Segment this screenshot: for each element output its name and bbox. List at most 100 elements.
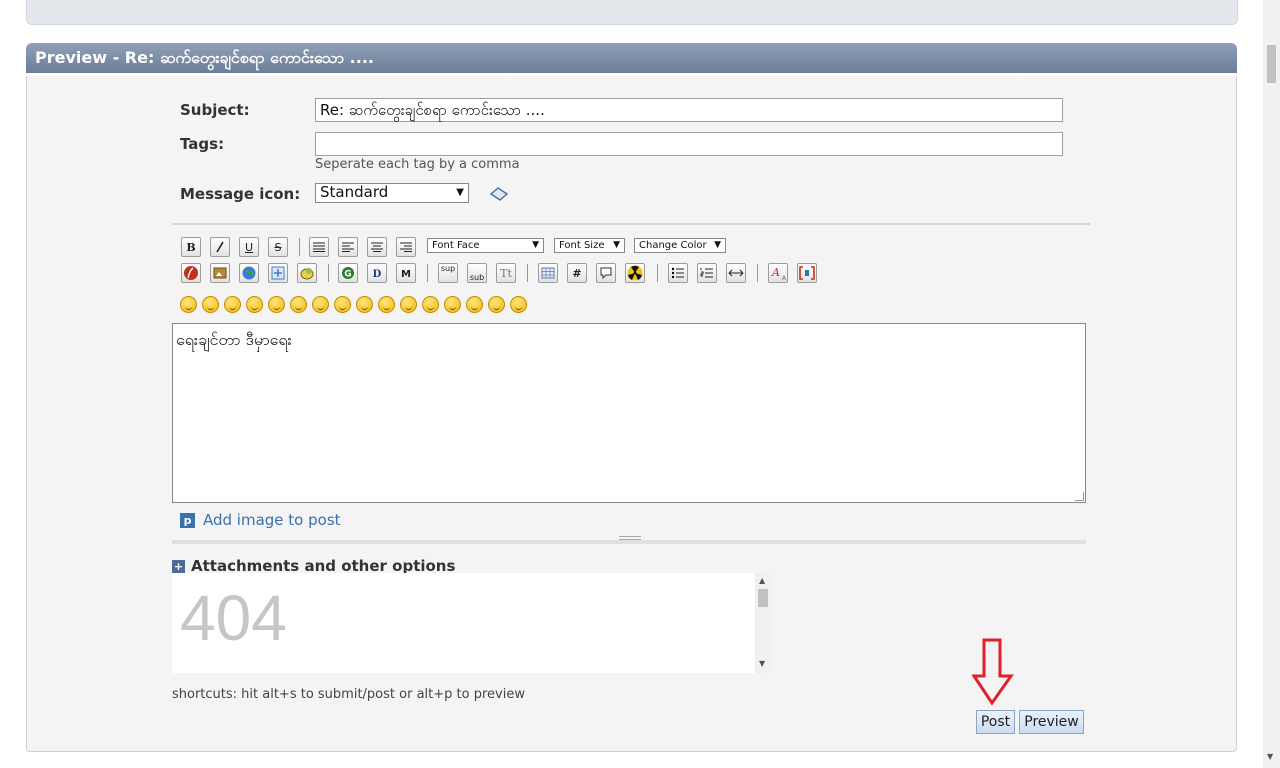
preview-button[interactable]: Preview <box>1019 710 1084 734</box>
align-right-icon <box>400 242 412 252</box>
media-button[interactable]: M <box>396 263 416 283</box>
smiley-icon[interactable] <box>444 296 461 313</box>
page-scroll-thumb[interactable] <box>1267 45 1276 83</box>
frame-scrollbar[interactable]: ▲ ▼ <box>755 573 771 673</box>
toolbar-separator <box>527 264 528 282</box>
attachments-frame: 404 ▲ ▼ <box>172 573 771 673</box>
align-left-icon <box>342 242 354 252</box>
bullet-list-button[interactable] <box>668 263 688 283</box>
tags-label: Tags: <box>180 135 225 153</box>
scroll-down-icon[interactable]: ▼ <box>1267 752 1273 761</box>
horizontal-rule-button[interactable] <box>726 263 746 283</box>
flash-button[interactable] <box>181 263 201 283</box>
smiley-icon[interactable] <box>334 296 351 313</box>
message-icon-select[interactable]: Standard ▼ <box>315 183 469 203</box>
smiley-icon[interactable] <box>422 296 439 313</box>
globe-link-icon <box>242 266 256 280</box>
align-justify-icon <box>313 242 325 252</box>
shortcuts-hint: shortcuts: hit alt+s to submit/post or a… <box>172 687 525 702</box>
toolbar-separator <box>427 264 428 282</box>
toolbar-separator <box>328 264 329 282</box>
unlink-button[interactable] <box>268 263 288 283</box>
bold-button[interactable]: B <box>181 237 201 257</box>
google-button[interactable]: G <box>338 263 358 283</box>
resize-handle-icon[interactable] <box>1075 492 1084 501</box>
radioactive-icon <box>627 265 643 281</box>
message-icon-preview-icon <box>489 186 509 202</box>
tags-input[interactable] <box>315 132 1063 156</box>
font-size-select[interactable]: Font Size ▼ <box>554 238 625 253</box>
toolbar-separator <box>757 264 758 282</box>
insert-link-button[interactable] <box>239 263 259 283</box>
superscript-button[interactable]: sup <box>438 263 458 283</box>
teletype-button[interactable]: Tt <box>496 263 516 283</box>
panel-title: Preview - Re: ဆက်တွေးချင်စရာ ကောင်းသော .… <box>26 43 1237 73</box>
smiley-icon[interactable] <box>290 296 307 313</box>
smiley-icon[interactable] <box>400 296 417 313</box>
scroll-up-icon[interactable]: ▲ <box>759 576 765 585</box>
smiley-icon[interactable] <box>180 296 197 313</box>
align-center-button[interactable] <box>367 237 387 257</box>
smiley-icon[interactable] <box>246 296 263 313</box>
smiley-icon[interactable] <box>356 296 373 313</box>
image-icon <box>213 267 227 279</box>
dictionary-button[interactable]: D <box>367 263 387 283</box>
google-icon: G <box>342 267 354 280</box>
numbered-list-icon <box>700 268 713 278</box>
smiley-icon[interactable] <box>312 296 329 313</box>
horizontal-rule-icon <box>728 269 744 277</box>
quote-button[interactable] <box>596 263 616 283</box>
add-image-link[interactable]: p Add image to post <box>180 511 341 529</box>
font-face-label: Font Face <box>432 240 480 251</box>
change-color-select[interactable]: Change Color ▼ <box>634 238 726 253</box>
smiley-icon[interactable] <box>378 296 395 313</box>
radioactive-button[interactable] <box>625 263 645 283</box>
svg-text:A: A <box>782 275 786 281</box>
media-icon: M <box>401 269 411 279</box>
align-left-button[interactable] <box>338 237 358 257</box>
scroll-thumb[interactable] <box>758 589 768 607</box>
svg-text:A: A <box>771 266 780 279</box>
post-button[interactable]: Post <box>976 710 1015 734</box>
dictionary-icon: D <box>373 269 382 280</box>
justify-button[interactable] <box>309 237 329 257</box>
editor-resize-bar[interactable] <box>172 535 1086 544</box>
message-editor[interactable]: ရေးချင်တာ ဒီမှာရေး <box>172 323 1086 503</box>
align-right-button[interactable] <box>396 237 416 257</box>
email-button[interactable] <box>297 263 317 283</box>
scroll-down-icon[interactable]: ▼ <box>759 659 765 668</box>
subscript-button[interactable]: sub <box>467 263 487 283</box>
strikethrough-button[interactable]: S <box>268 237 288 257</box>
smiley-icon[interactable] <box>466 296 483 313</box>
change-color-label: Change Color <box>639 240 707 251</box>
chevron-down-icon: ▼ <box>532 240 539 250</box>
message-icon-value: Standard <box>320 183 389 201</box>
expand-plus-icon: + <box>172 560 185 573</box>
code-button[interactable]: # <box>567 263 587 283</box>
image-button[interactable] <box>210 263 230 283</box>
underline-button[interactable]: U <box>239 237 259 257</box>
svg-text:G: G <box>344 270 351 280</box>
remove-format-button[interactable]: AA <box>768 263 788 283</box>
italic-button[interactable] <box>210 237 230 257</box>
toolbar-separator <box>657 264 658 282</box>
smiley-icon[interactable] <box>224 296 241 313</box>
smiley-icon[interactable] <box>488 296 505 313</box>
page-scrollbar[interactable]: ▼ <box>1263 0 1280 768</box>
font-size-label: Font Size <box>559 240 605 251</box>
subject-label: Subject: <box>180 101 250 119</box>
toggle-source-button[interactable] <box>797 263 817 283</box>
numbered-list-button[interactable] <box>697 263 717 283</box>
smiley-icon[interactable] <box>268 296 285 313</box>
smiley-icon[interactable] <box>202 296 219 313</box>
smiley-icon[interactable] <box>510 296 527 313</box>
email-icon <box>300 268 314 280</box>
message-icon-label: Message icon: <box>180 185 301 203</box>
table-button[interactable] <box>538 263 558 283</box>
remove-format-icon: AA <box>771 266 786 281</box>
message-text: ရေးချင်တာ ဒီမှာရေး <box>176 330 292 349</box>
subject-input[interactable]: Re: ဆက်တွေးချင်စရာ ကောင်းသော .... <box>315 98 1063 122</box>
add-image-label: Add image to post <box>203 511 341 529</box>
font-face-select[interactable]: Font Face ▼ <box>427 238 544 253</box>
svg-text:D: D <box>373 269 382 280</box>
